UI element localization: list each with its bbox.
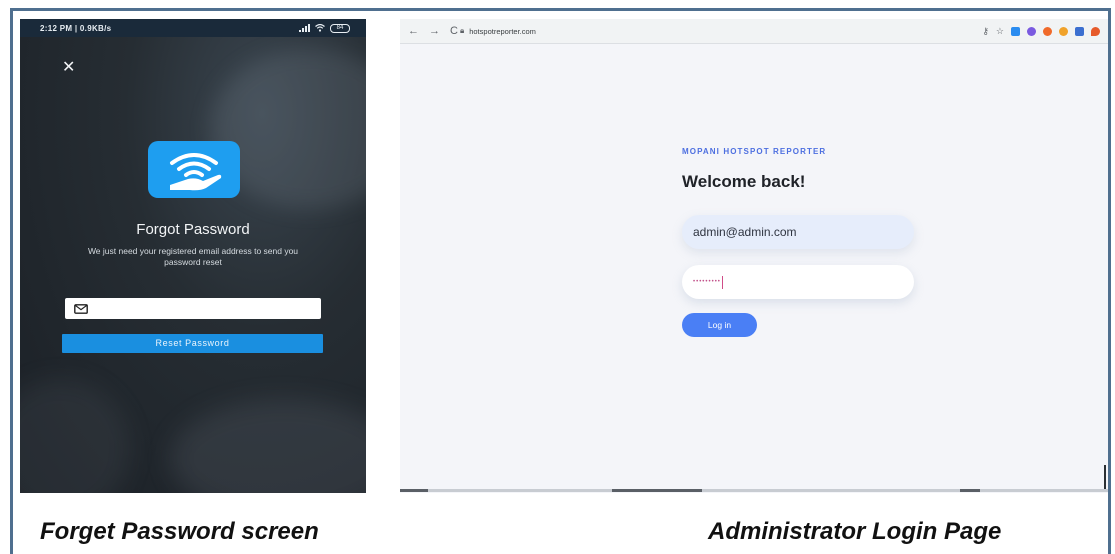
page-subtitle: We just need your registered email addre…: [87, 246, 299, 267]
border-right: [1108, 8, 1111, 554]
border-left: [10, 8, 13, 554]
address-bar[interactable]: 🔒︎ hotspotreporter.com: [460, 22, 982, 40]
extension-icon[interactable]: [1091, 26, 1100, 36]
extension-icon[interactable]: [1011, 26, 1020, 36]
lock-icon: 🔒︎: [459, 26, 465, 35]
wifi-icon: [315, 24, 325, 32]
nav-buttons: ← → C: [400, 25, 458, 37]
reset-password-button[interactable]: Reset Password: [62, 334, 323, 353]
caption-right: Administrator Login Page: [708, 518, 1002, 545]
mail-icon: [74, 303, 88, 314]
reload-icon[interactable]: C: [450, 25, 458, 37]
browser-bottom-edge: [400, 489, 1108, 492]
signal-icon: [299, 24, 310, 32]
status-time: 2:12 PM | 0.9KB/s: [40, 23, 112, 33]
background-blur: [20, 379, 130, 493]
email-input-value: admin@admin.com: [693, 225, 797, 239]
login-form: MOPANI HOTSPOT REPORTER Welcome back! ad…: [682, 147, 914, 337]
border-top: [10, 8, 1110, 11]
figure-frame: 2:12 PM | 0.9KB/s 84 ✕ Forgot Password W…: [0, 0, 1115, 554]
phone-screen: 2:12 PM | 0.9KB/s 84 ✕ Forgot Password W…: [20, 19, 366, 493]
back-arrow-icon[interactable]: ←: [408, 25, 419, 37]
battery-icon: 84: [330, 23, 350, 33]
extension-icon[interactable]: [1059, 26, 1068, 36]
password-input-value: •••••••••: [693, 279, 721, 285]
brand-label: MOPANI HOTSPOT REPORTER: [682, 147, 827, 156]
status-bar: 2:12 PM | 0.9KB/s 84: [20, 19, 366, 37]
text-cursor: [721, 275, 723, 289]
scrollbar[interactable]: [1104, 465, 1106, 489]
app-logo: [148, 141, 240, 198]
background-blur: [170, 399, 366, 493]
browser-toolbar: ← → C 🔒︎ hotspotreporter.com ⚷ ☆: [400, 19, 1108, 44]
close-icon[interactable]: ✕: [62, 60, 75, 76]
page-title: Forgot Password: [136, 221, 250, 238]
status-icons: 84: [299, 23, 350, 33]
forward-arrow-icon[interactable]: →: [429, 25, 440, 37]
bookmark-star-icon[interactable]: ☆: [996, 26, 1004, 37]
extension-icon[interactable]: [1043, 26, 1052, 36]
url-text: hotspotreporter.com: [469, 26, 536, 36]
extension-icon[interactable]: [1075, 26, 1084, 36]
caption-left: Forget Password screen: [40, 518, 319, 545]
extension-icon[interactable]: [1027, 26, 1036, 36]
email-field[interactable]: [65, 298, 321, 319]
welcome-heading: Welcome back!: [682, 172, 806, 191]
toolbar-icons: ⚷ ☆: [982, 26, 1108, 37]
browser-window: ← → C 🔒︎ hotspotreporter.com ⚷ ☆ MOPANI …: [400, 19, 1108, 493]
login-button[interactable]: Log in: [682, 313, 757, 337]
email-input[interactable]: admin@admin.com: [682, 215, 914, 249]
wifi-hand-icon: [170, 153, 222, 191]
key-icon[interactable]: ⚷: [982, 26, 989, 37]
password-input[interactable]: •••••••••: [682, 265, 914, 299]
